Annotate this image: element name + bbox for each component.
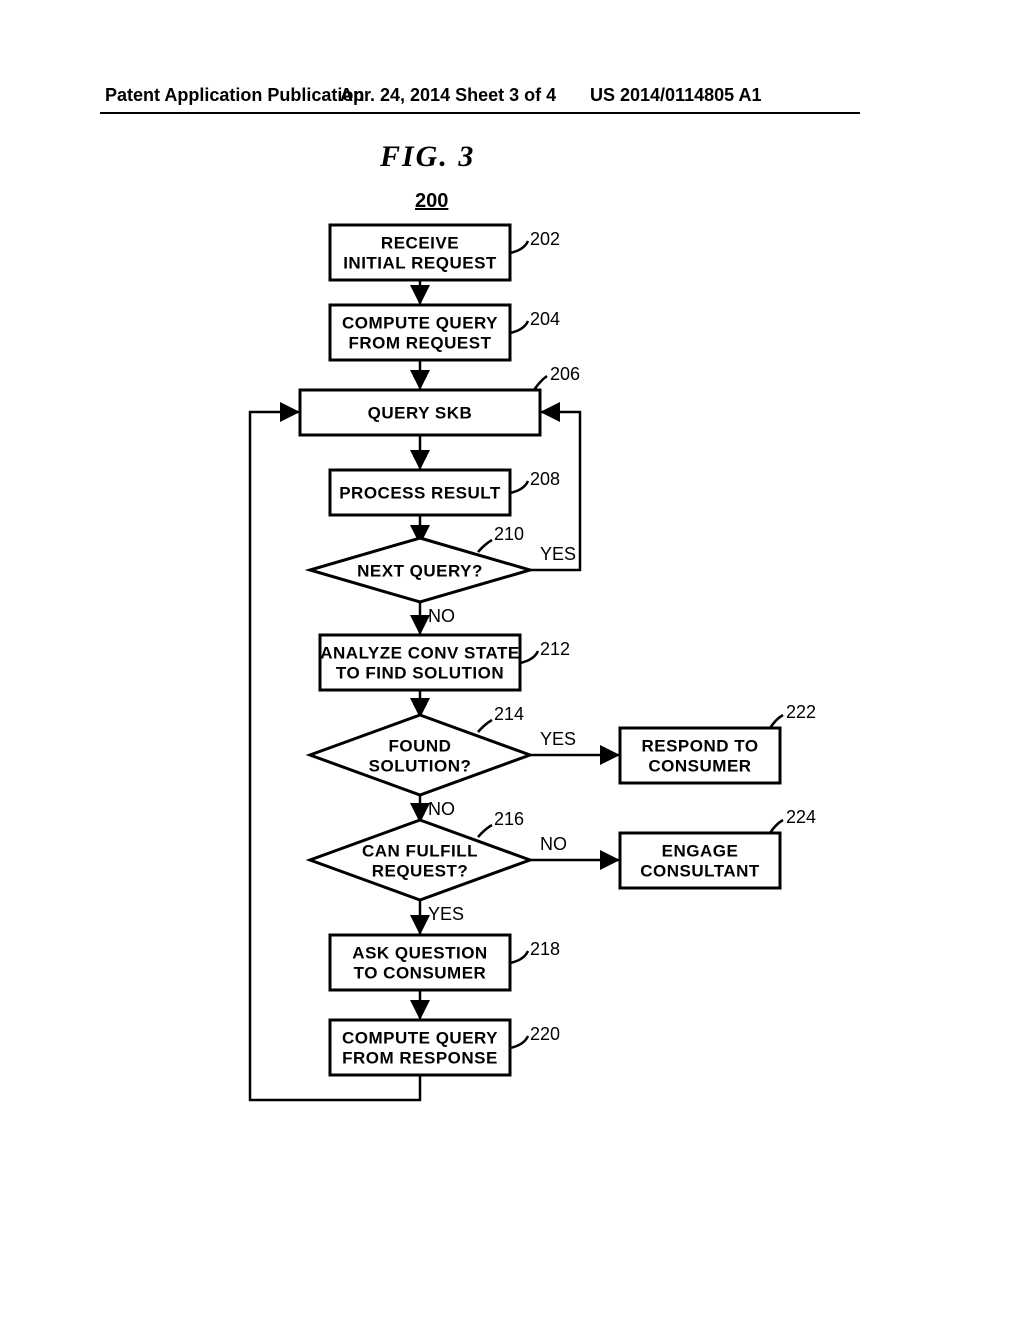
node-224-line2: CONSULTANT — [640, 861, 760, 880]
ref-218: 218 — [530, 939, 560, 959]
ref-210: 210 — [494, 524, 524, 544]
label-214-yes: YES — [540, 729, 576, 749]
node-202-line2: INITIAL REQUEST — [343, 253, 497, 272]
ref-204: 204 — [530, 309, 560, 329]
ref-224: 224 — [786, 807, 816, 827]
node-204-line1: COMPUTE QUERY — [342, 313, 498, 332]
node-220-line2: FROM RESPONSE — [342, 1048, 498, 1067]
label-216-no: NO — [540, 834, 567, 854]
node-204-line2: FROM REQUEST — [349, 333, 492, 352]
header-right: US 2014/0114805 A1 — [590, 85, 761, 106]
node-216-line2: REQUEST? — [372, 861, 469, 880]
header-rule — [100, 112, 860, 114]
figure-number: 200 — [415, 190, 448, 213]
node-208-line1: PROCESS RESULT — [339, 483, 501, 502]
header-mid: Apr. 24, 2014 Sheet 3 of 4 — [340, 85, 556, 106]
node-220-line1: COMPUTE QUERY — [342, 1028, 498, 1047]
label-214-no: NO — [428, 799, 455, 819]
node-212-line1: ANALYZE CONV STATE — [320, 643, 519, 662]
node-206-line1: QUERY SKB — [368, 403, 473, 422]
node-222-line2: CONSUMER — [648, 756, 751, 775]
ref-220: 220 — [530, 1024, 560, 1044]
node-224-line1: ENGAGE — [662, 841, 739, 860]
node-216-line1: CAN FULFILL — [362, 841, 478, 860]
node-212-line2: TO FIND SOLUTION — [336, 663, 504, 682]
node-222-line1: RESPOND TO — [641, 736, 758, 755]
node-214-line2: SOLUTION? — [369, 756, 472, 775]
ref-208: 208 — [530, 469, 560, 489]
flowchart: RECEIVE INITIAL REQUEST 202 COMPUTE QUER… — [180, 220, 900, 1280]
label-210-yes: YES — [540, 544, 576, 564]
label-210-no: NO — [428, 606, 455, 626]
header-left: Patent Application Publication — [105, 85, 364, 106]
label-216-yes: YES — [428, 904, 464, 924]
ref-216: 216 — [494, 809, 524, 829]
ref-214: 214 — [494, 704, 524, 724]
node-218-line1: ASK QUESTION — [352, 943, 487, 962]
figure-title: FIG. 3 — [380, 140, 475, 174]
ref-206: 206 — [550, 364, 580, 384]
node-214-line1: FOUND — [389, 736, 452, 755]
node-210-line1: NEXT QUERY? — [357, 561, 483, 580]
ref-212: 212 — [540, 639, 570, 659]
node-202-line1: RECEIVE — [381, 233, 459, 252]
node-218-line2: TO CONSUMER — [354, 963, 487, 982]
ref-222: 222 — [786, 702, 816, 722]
ref-202: 202 — [530, 229, 560, 249]
